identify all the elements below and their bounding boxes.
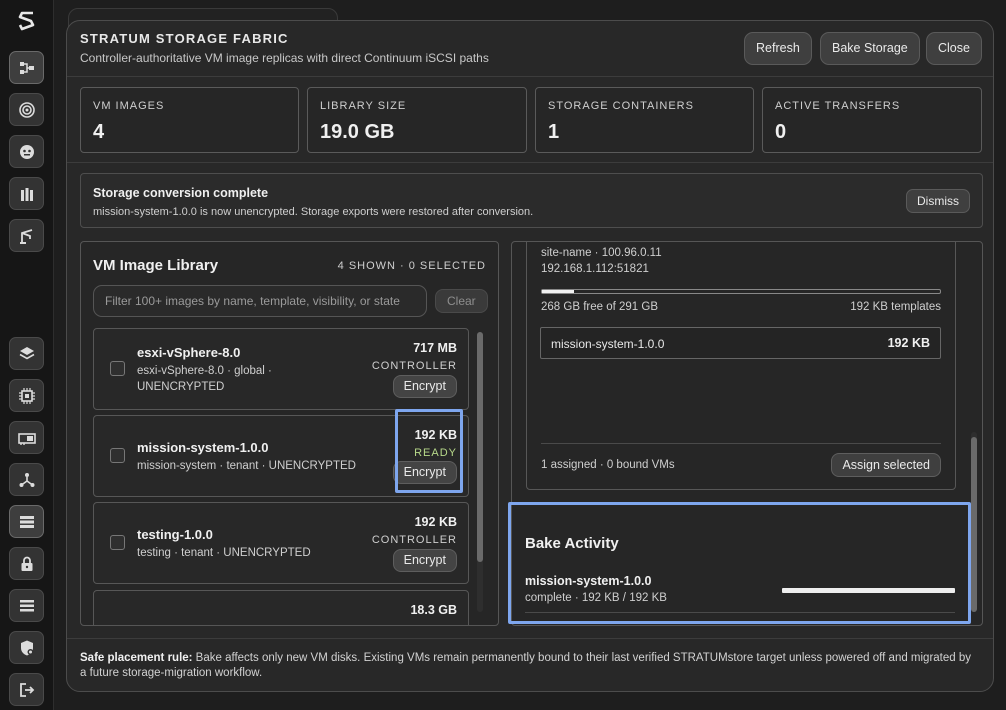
modal-header: STRATUM STORAGE FABRIC Controller-author… [67, 21, 993, 73]
stat-active-transfers: ACTIVE TRANSFERS 0 [762, 87, 982, 153]
image-meta: testing · tenant · UNENCRYPTED [137, 547, 311, 559]
bottles-icon[interactable] [9, 177, 44, 210]
storage-divider [541, 443, 941, 444]
topology-icon[interactable] [9, 51, 44, 84]
image-status: CONTROLLER [371, 360, 457, 372]
conversion-alert: Storage conversion complete mission-syst… [80, 173, 983, 228]
alert-title: Storage conversion complete [93, 186, 269, 200]
close-button[interactable]: Close [926, 32, 982, 65]
stat-library-size: LIBRARY SIZE 19.0 GB [307, 87, 527, 153]
stat-vm-images: VM IMAGES 4 [80, 87, 299, 153]
shield-settings-icon[interactable] [9, 631, 44, 664]
image-size: 192 KB [414, 515, 457, 529]
assigned-image-size: 192 KB [887, 336, 930, 350]
alert-message: mission-system-1.0.0 is now unencrypted.… [93, 206, 534, 218]
layers-icon[interactable] [9, 337, 44, 370]
stat-label: ACTIVE TRANSFERS [775, 100, 901, 112]
storage-scrollbar-thumb[interactable] [971, 437, 977, 612]
image-checkbox[interactable] [110, 361, 125, 376]
refresh-button[interactable]: Refresh [744, 32, 812, 65]
storage-container-card: site-name · 100.96.0.11 192.168.1.112:51… [526, 242, 956, 490]
capacity-templates: 192 KB templates [850, 301, 941, 313]
robot-icon[interactable] [9, 135, 44, 168]
stat-value: 1 [548, 121, 560, 143]
footer-divider [67, 638, 993, 639]
stat-label: STORAGE CONTAINERS [548, 100, 694, 112]
assignment-summary: 1 assigned · 0 bound VMs [541, 459, 675, 471]
logo-icon [14, 8, 40, 34]
capacity-bar [541, 289, 941, 294]
image-card[interactable]: 18.3 GB [93, 590, 469, 625]
dismiss-button[interactable]: Dismiss [906, 189, 970, 213]
image-checkbox[interactable] [110, 535, 125, 550]
network-card-icon[interactable] [9, 421, 44, 454]
assign-selected-button[interactable]: Assign selected [831, 453, 941, 477]
library-scrollbar-thumb[interactable] [477, 332, 483, 562]
placement-rule-note: Safe placement rule: Bake affects only n… [80, 651, 980, 681]
logout-icon[interactable] [9, 673, 44, 706]
library-count: 4 SHOWN · 0 SELECTED [337, 260, 486, 272]
left-rail [0, 0, 54, 710]
stat-label: VM IMAGES [93, 100, 165, 112]
image-meta: mission-system · tenant · UNENCRYPTED [137, 460, 356, 472]
clear-filter-button[interactable]: Clear [435, 289, 488, 313]
image-name: testing-1.0.0 [137, 527, 213, 542]
image-card[interactable]: testing-1.0.0 testing · tenant · UNENCRY… [93, 502, 469, 584]
site-name: site-name · 100.96.0.11 [541, 247, 662, 259]
site-address: 192.168.1.112:51821 [541, 263, 649, 275]
image-size: 18.3 GB [410, 603, 457, 617]
stat-value: 19.0 GB [320, 121, 395, 143]
encrypt-button[interactable]: Encrypt [392, 375, 457, 398]
capacity-bar-fill [542, 290, 574, 293]
storage-fabric-modal: STRATUM STORAGE FABRIC Controller-author… [66, 20, 994, 692]
storage-list-icon[interactable] [9, 505, 44, 538]
cpu-icon[interactable] [9, 379, 44, 412]
assigned-image-name: mission-system-1.0.0 [551, 337, 665, 351]
image-name: esxi-vSphere-8.0 [137, 345, 241, 360]
assigned-image-row[interactable]: mission-system-1.0.0 192 KB [540, 327, 941, 359]
hierarchy-icon[interactable] [9, 463, 44, 496]
image-size: 717 MB [413, 341, 457, 355]
image-filter-input[interactable] [93, 285, 427, 317]
target-icon[interactable] [9, 93, 44, 126]
image-meta: esxi-vSphere-8.0 · global · [137, 365, 272, 377]
image-name: mission-system-1.0.0 [137, 440, 269, 455]
image-meta-line2: UNENCRYPTED [137, 381, 225, 393]
list-icon[interactable] [9, 589, 44, 622]
stat-storage-containers: STORAGE CONTAINERS 1 [535, 87, 754, 153]
image-card[interactable]: esxi-vSphere-8.0 esxi-vSphere-8.0 · glob… [93, 328, 469, 410]
stat-value: 4 [93, 121, 105, 143]
modal-subtitle: Controller-authoritative VM image replic… [80, 51, 489, 65]
placement-rule-label: Safe placement rule: [80, 652, 193, 664]
highlight-box [508, 502, 971, 624]
stats-divider [67, 162, 993, 163]
stat-label: LIBRARY SIZE [320, 100, 407, 112]
image-status: CONTROLLER [371, 534, 457, 546]
capacity-free: 268 GB free of 291 GB [541, 301, 658, 313]
highlight-box [395, 409, 463, 493]
encrypt-button[interactable]: Encrypt [392, 549, 457, 572]
placement-rule-text: Bake affects only new VM disks. Existing… [80, 652, 972, 679]
modal-title: STRATUM STORAGE FABRIC [80, 31, 289, 46]
crane-icon[interactable] [9, 219, 44, 252]
lock-icon[interactable] [9, 547, 44, 580]
bake-storage-button[interactable]: Bake Storage [820, 32, 920, 65]
stat-value: 0 [775, 121, 787, 143]
library-title: VM Image Library [93, 257, 219, 274]
header-divider [67, 76, 993, 77]
image-checkbox[interactable] [110, 448, 125, 463]
